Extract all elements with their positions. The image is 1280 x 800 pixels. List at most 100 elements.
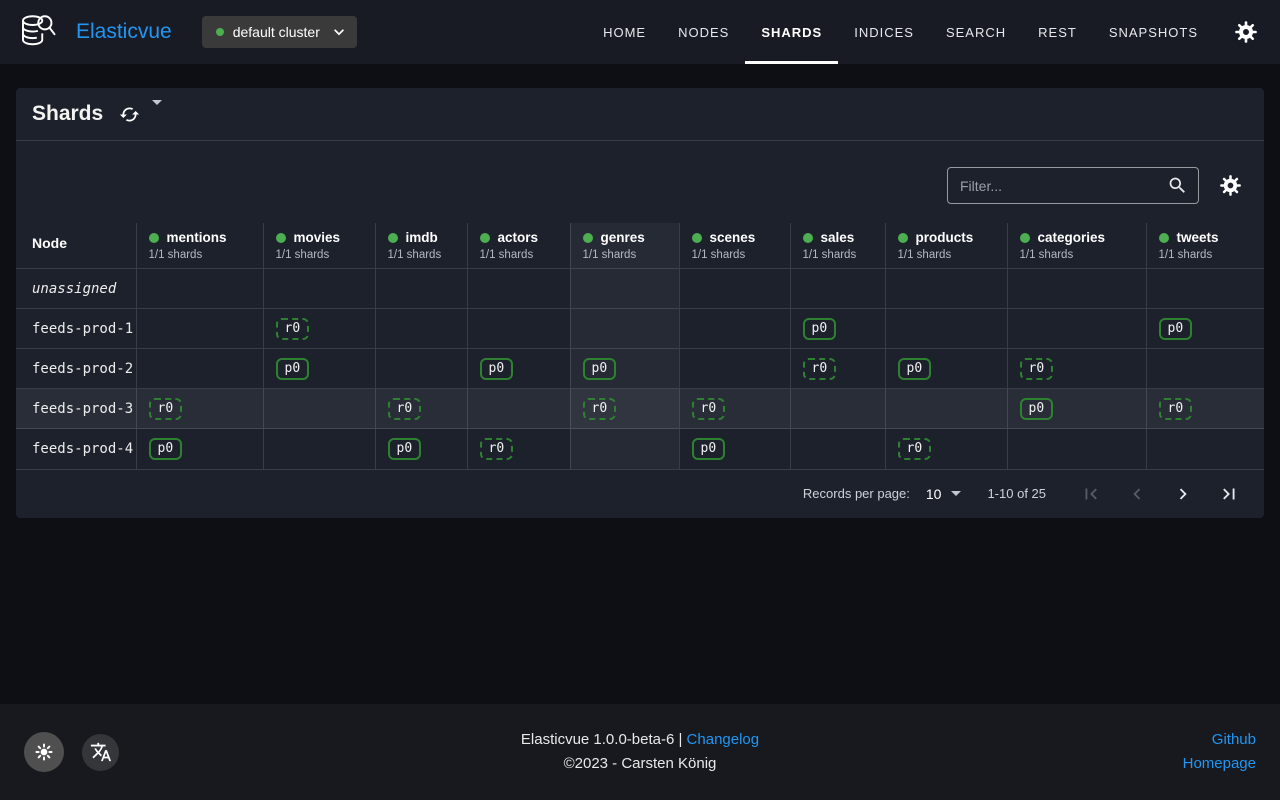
index-name: mentions [166, 230, 227, 245]
shard-cell: r0 [789, 348, 885, 389]
table-row-unassigned: unassigned [16, 268, 1264, 309]
previous-page-button[interactable] [1126, 483, 1148, 505]
shard-badge-r0[interactable]: r0 [691, 397, 726, 420]
shard-cell: p0 [374, 428, 467, 469]
records-per-page-select[interactable]: 10 [926, 486, 962, 502]
footer: Elasticvue 1.0.0-beta-6 | Changelog ©202… [0, 704, 1280, 800]
settings-gear-icon[interactable] [1234, 20, 1258, 44]
shard-cell: p0 [466, 348, 570, 389]
shard-badge-r0[interactable]: r0 [897, 437, 932, 460]
brand-title[interactable]: Elasticvue [76, 20, 172, 44]
shard-cell [884, 268, 1007, 309]
nav-item-indices[interactable]: INDICES [838, 0, 930, 64]
records-per-page-value: 10 [925, 485, 942, 502]
table-settings-gear-icon[interactable] [1219, 174, 1242, 197]
shard-cell: r0 [262, 308, 375, 349]
next-page-button[interactable] [1172, 483, 1194, 505]
theme-toggle-button[interactable] [24, 732, 64, 772]
last-page-button[interactable] [1218, 483, 1240, 505]
node-name: unassigned [16, 268, 136, 309]
shard-badge-p0[interactable]: p0 [897, 357, 932, 380]
shard-cell: p0 [262, 348, 375, 389]
shard-badge-r0[interactable]: r0 [275, 317, 310, 340]
shard-cell [789, 268, 885, 309]
shard-cell: r0 [374, 388, 467, 429]
shard-cell [262, 388, 375, 429]
shard-count-label: 1/1 shards [691, 249, 746, 261]
nav-item-snapshots[interactable]: SNAPSHOTS [1093, 0, 1214, 64]
refresh-options-dropdown[interactable] [152, 100, 163, 123]
node-name: feeds-prod-4 [16, 428, 136, 469]
nav-item-home[interactable]: HOME [587, 0, 662, 64]
column-header-movies[interactable]: movies 1/1 shards [262, 223, 375, 269]
nav-item-nodes[interactable]: NODES [662, 0, 745, 64]
language-button[interactable] [82, 733, 119, 771]
changelog-link[interactable]: Changelog [687, 731, 760, 748]
column-header-tweets[interactable]: tweets 1/1 shards [1145, 223, 1264, 269]
shard-badge-r0[interactable]: r0 [148, 397, 183, 420]
shard-cell [884, 388, 1007, 429]
version-text: Elasticvue 1.0.0-beta-6 | [520, 731, 683, 748]
cluster-name: default cluster [232, 24, 320, 40]
chevron-right-icon [1172, 483, 1194, 505]
node-column-header: Node [32, 234, 67, 251]
shard-count-label: 1/1 shards [148, 249, 203, 261]
shard-badge-r0[interactable]: r0 [1158, 397, 1193, 420]
shard-badge-r0[interactable]: r0 [479, 437, 514, 460]
shard-cell: p0 [1145, 308, 1264, 349]
first-page-button[interactable] [1080, 483, 1102, 505]
column-header-genres[interactable]: genres 1/1 shards [569, 223, 679, 269]
shard-badge-p0[interactable]: p0 [148, 437, 183, 460]
column-header-categories[interactable]: categories 1/1 shards [1006, 223, 1146, 269]
shard-badge-p0[interactable]: p0 [1158, 317, 1193, 340]
shard-cell [466, 388, 570, 429]
shard-badge-p0[interactable]: p0 [479, 357, 514, 380]
shard-badge-r0[interactable]: r0 [582, 397, 617, 420]
column-header-imdb[interactable]: imdb 1/1 shards [374, 223, 467, 269]
nav-item-rest[interactable]: REST [1022, 0, 1093, 64]
records-per-page-label: Records per page: [802, 486, 910, 501]
column-header-products[interactable]: products 1/1 shards [884, 223, 1007, 269]
shard-cell [789, 428, 885, 469]
shard-badge-r0[interactable]: r0 [1019, 357, 1054, 380]
index-status-dot [387, 232, 398, 243]
shard-badge-r0[interactable]: r0 [802, 357, 837, 380]
first-page-icon [1080, 483, 1102, 505]
refresh-button[interactable] [119, 104, 140, 125]
shard-badge-p0[interactable]: p0 [691, 437, 726, 460]
shard-badge-p0[interactable]: p0 [387, 437, 422, 460]
nav-items: HOME NODES SHARDS INDICES SEARCH REST SNAPSHOT… [587, 0, 1214, 64]
shard-badge-p0[interactable]: p0 [582, 357, 617, 380]
nav-item-search[interactable]: SEARCH [930, 0, 1022, 64]
cluster-status-dot [215, 28, 224, 36]
shard-count-label: 1/1 shards [275, 249, 330, 261]
table-row-feeds-prod-1: feeds-prod-1 r0 p0 p0 [16, 308, 1264, 349]
table-row-feeds-prod-4: feeds-prod-4 p0 p0 r0 p0 r0 [16, 428, 1264, 469]
shard-badge-p0[interactable]: p0 [802, 317, 837, 340]
homepage-link[interactable]: Homepage [1183, 752, 1256, 776]
shard-cell [678, 268, 790, 309]
column-header-actors[interactable]: actors 1/1 shards [466, 223, 570, 269]
shard-cell: r0 [135, 388, 263, 429]
shard-cell: p0 [789, 308, 885, 349]
shard-cell [569, 428, 679, 469]
shard-cell: r0 [1145, 388, 1264, 429]
shard-count-label: 1/1 shards [802, 249, 857, 261]
page-title: Shards [32, 102, 104, 125]
sun-icon [32, 740, 56, 764]
column-header-mentions[interactable]: mentions 1/1 shards [135, 223, 263, 269]
shard-cell [789, 388, 885, 429]
shard-count-label: 1/1 shards [897, 249, 952, 261]
filter-input[interactable] [960, 177, 1167, 194]
cluster-selector-button[interactable]: default cluster [201, 16, 357, 48]
index-name: genres [600, 230, 645, 245]
column-header-scenes[interactable]: scenes 1/1 shards [678, 223, 790, 269]
shard-badge-r0[interactable]: r0 [387, 397, 422, 420]
nav-item-shards[interactable]: SHARDS [745, 0, 839, 64]
github-link[interactable]: Github [1212, 728, 1256, 752]
shard-cell [466, 268, 570, 309]
shard-badge-p0[interactable]: p0 [1019, 397, 1054, 420]
pagination-bar: Records per page: 10 1-10 of 25 [16, 468, 1264, 518]
column-header-sales[interactable]: sales 1/1 shards [789, 223, 885, 269]
shard-badge-p0[interactable]: p0 [275, 357, 310, 380]
